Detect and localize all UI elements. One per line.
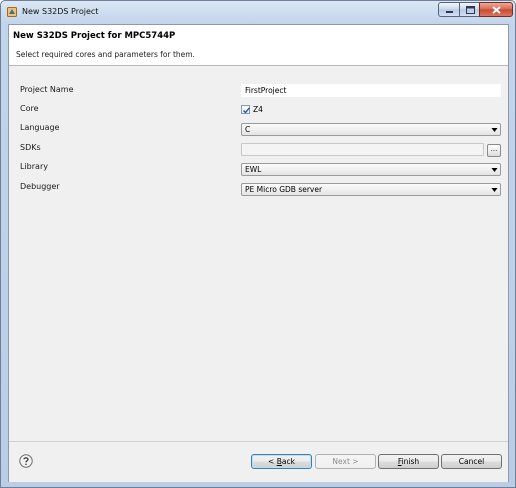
button-bar: < Back Next > Finish Cancel [9, 441, 508, 482]
chevron-down-icon [491, 168, 498, 172]
next-button[interactable]: Next > [315, 454, 376, 469]
question-mark-icon[interactable] [19, 454, 33, 468]
sdks-label: SDKs [20, 143, 41, 152]
dialog-window: New S32DS Project New S32DS Project for … [0, 0, 516, 488]
wizard-description: Select required cores and parameters for… [16, 50, 195, 59]
sdks-input[interactable] [241, 143, 484, 156]
wizard-title: New S32DS Project for MPC5744P [13, 31, 176, 41]
wizard-header: New S32DS Project for MPC5744P Select re… [9, 25, 508, 66]
core-z4-checkbox[interactable] [241, 105, 251, 114]
title-bar[interactable]: New S32DS Project [1, 1, 515, 23]
back-prefix: < [268, 457, 277, 466]
project-name-input[interactable]: FirstProject [241, 84, 501, 97]
maximize-icon [466, 6, 475, 14]
back-button[interactable]: < Back [251, 454, 312, 469]
back-rest: ack [281, 457, 295, 466]
language-select[interactable]: C [241, 123, 501, 136]
project-name-label: Project Name [20, 85, 74, 94]
library-label: Library [20, 162, 48, 171]
core-label: Core [20, 104, 39, 113]
close-button[interactable] [479, 2, 513, 17]
checkmark-icon [243, 107, 251, 114]
finish-rest: inish [401, 457, 420, 466]
language-value: C [245, 125, 251, 134]
language-label: Language [20, 123, 60, 132]
cancel-button[interactable]: Cancel [441, 454, 502, 469]
app-icon [7, 7, 17, 17]
finish-button[interactable]: Finish [378, 454, 439, 469]
sdks-browse-button[interactable]: ... [487, 144, 501, 157]
close-icon [492, 6, 501, 14]
maximize-button[interactable] [459, 2, 480, 17]
core-z4-label: Z4 [253, 105, 263, 114]
chevron-down-icon [491, 128, 498, 132]
debugger-value: PE Micro GDB server [245, 185, 323, 194]
window-title: New S32DS Project [22, 7, 99, 16]
library-select[interactable]: EWL [241, 163, 501, 176]
debugger-select[interactable]: PE Micro GDB server [241, 183, 501, 196]
debugger-label: Debugger [20, 182, 60, 191]
dialog-client-area: New S32DS Project for MPC5744P Select re… [8, 24, 509, 482]
chevron-down-icon [491, 188, 498, 192]
minimize-icon [446, 11, 453, 13]
library-value: EWL [245, 165, 262, 174]
minimize-button[interactable] [438, 2, 460, 17]
